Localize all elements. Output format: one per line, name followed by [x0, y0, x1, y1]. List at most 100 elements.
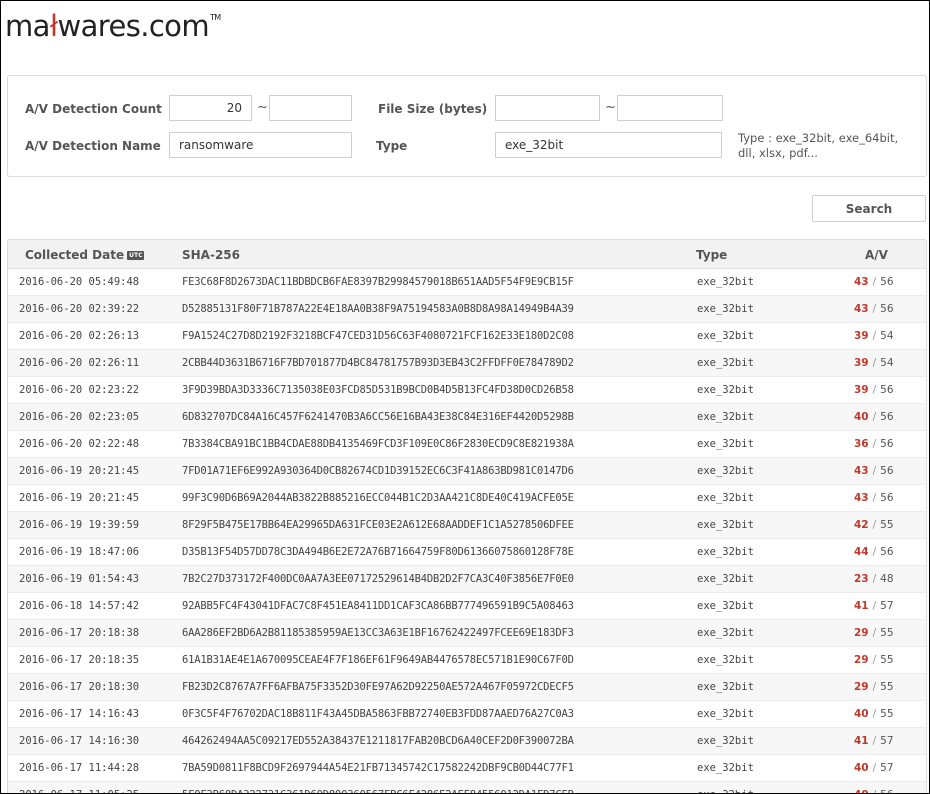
table-row[interactable]: 2016-06-19 20:21:45 99F3C90D6B69A2044AB38… — [8, 485, 926, 512]
row-sha256-link[interactable]: 0F3C5F4F76702DAC18B811F43A45DBA5863FBB72… — [182, 708, 574, 720]
header-sha256[interactable]: SHA-256 — [182, 248, 240, 262]
row-file-type: exe_32bit — [697, 411, 754, 423]
row-collected-date: 2016-06-20 02:23:22 — [19, 384, 140, 396]
row-sha256-link[interactable]: 99F3C90D6B69A2044AB3822B885216ECC044B1C2… — [182, 492, 574, 504]
row-sha256-link[interactable]: FE3C68F8D2673DAC11BDBDCB6FAE8397B2998457… — [182, 276, 574, 288]
search-panel: A/V Detection Count ~ File Size (bytes) … — [7, 75, 927, 177]
table-row[interactable]: 2016-06-17 20:18:35 61A1B31AE4E1A670095CE… — [8, 647, 926, 674]
av-total-count: 57 — [880, 735, 894, 747]
row-av-ratio: 29/55 — [854, 627, 894, 639]
table-row[interactable]: 2016-06-17 14:16:43 0F3C5F4F76702DAC18B81… — [8, 701, 926, 728]
row-sha256-link[interactable]: 92ABB5FC4F43041DFAC7C8F451EA8411DD1CAF3C… — [182, 600, 574, 612]
row-av-ratio: 39/54 — [854, 330, 894, 342]
av-ratio-separator: / — [872, 654, 877, 666]
table-row[interactable]: 2016-06-20 02:26:13 F9A1524C27D8D2192F321… — [8, 323, 926, 350]
row-sha256-link[interactable]: F9A1524C27D8D2192F3218BCF47CED31D56C63F4… — [182, 330, 574, 342]
row-collected-date: 2016-06-17 20:18:38 — [19, 627, 140, 639]
av-ratio-separator: / — [872, 573, 877, 585]
av-detected-count: 29 — [854, 654, 869, 666]
row-av-ratio: 29/55 — [854, 681, 894, 693]
av-ratio-separator: / — [872, 735, 877, 747]
table-row[interactable]: 2016-06-20 02:23:05 6D832707DC84A16C457F6… — [8, 404, 926, 431]
av-detected-count: 43 — [854, 492, 869, 504]
av-total-count: 56 — [880, 303, 894, 315]
table-row[interactable]: 2016-06-17 20:18:30 FB23D2C8767A7FF6AFBA7… — [8, 674, 926, 701]
av-detected-count: 40 — [854, 762, 869, 774]
table-row[interactable]: 2016-06-19 01:54:43 7B2C27D373172F400DC0A… — [8, 566, 926, 593]
row-av-ratio: 39/56 — [854, 384, 894, 396]
av-detected-count: 39 — [854, 330, 869, 342]
table-row[interactable]: 2016-06-20 02:26:11 2CBB44D3631B6716F7BD7… — [8, 350, 926, 377]
file-size-min-input[interactable] — [495, 95, 600, 121]
row-file-type: exe_32bit — [697, 465, 754, 477]
av-count-max-input[interactable] — [269, 95, 352, 121]
av-name-input[interactable] — [169, 132, 352, 158]
table-row[interactable]: 2016-06-17 14:16:30 464262494AA5C09217ED5… — [8, 728, 926, 755]
type-input[interactable] — [495, 132, 722, 158]
av-detected-count: 29 — [854, 627, 869, 639]
table-row[interactable]: 2016-06-19 19:39:59 8F29F5B475E17BB64EA29… — [8, 512, 926, 539]
av-ratio-separator: / — [872, 708, 877, 720]
table-row[interactable]: 2016-06-17 20:18:38 6AA286EF2BD6A2B811853… — [8, 620, 926, 647]
row-file-type: exe_32bit — [697, 276, 754, 288]
row-sha256-link[interactable]: 7B2C27D373172F400DC0AA7A3EE07172529614B4… — [182, 573, 574, 585]
logo-text-end: wares.com — [57, 9, 209, 43]
av-count-min-input[interactable] — [169, 95, 252, 121]
av-detected-count: 39 — [854, 357, 869, 369]
table-row[interactable]: 2016-06-20 02:39:22 D52885131F80F71B787A2… — [8, 296, 926, 323]
table-row[interactable]: 2016-06-18 14:57:42 92ABB5FC4F43041DFAC7C… — [8, 593, 926, 620]
row-sha256-link[interactable]: 5F0F3B68DA322731C361D60D890360567FBC6F42… — [182, 789, 574, 793]
table-row[interactable]: 2016-06-19 20:21:45 7FD01A71EF6E992A93036… — [8, 458, 926, 485]
table-row[interactable]: 2016-06-20 02:22:48 7B3384CBA91BC1BB4CDAE… — [8, 431, 926, 458]
malwares-logo[interactable]: małwares.comTM — [5, 9, 221, 43]
table-row[interactable]: 2016-06-19 18:47:06 D35B13F54D57DD78C3DA4… — [8, 539, 926, 566]
row-sha256-link[interactable]: 6AA286EF2BD6A2B81185385959AE13CC3A63E1BF… — [182, 627, 574, 639]
av-ratio-separator: / — [872, 681, 877, 693]
av-total-count: 56 — [880, 492, 894, 504]
search-button[interactable]: Search — [812, 195, 926, 222]
row-sha256-link[interactable]: FB23D2C8767A7FF6AFBA75F3352D30FE97A62D92… — [182, 681, 574, 693]
results-table: Collected Date UTC SHA-256 Type A/V 2016-… — [7, 239, 927, 793]
av-total-count: 56 — [880, 789, 893, 793]
table-row[interactable]: 2016-06-20 05:49:48 FE3C68F8D2673DAC11BDB… — [8, 269, 926, 296]
row-sha256-link[interactable]: 7B3384CBA91BC1BB4CDAE88DB4135469FCD3F109… — [182, 438, 574, 450]
row-file-type: exe_32bit — [697, 330, 754, 342]
table-row[interactable]: 2016-06-17 11:44:28 7BA59D0811F8BCD9F2697… — [8, 755, 926, 782]
av-total-count: 54 — [880, 330, 894, 342]
row-sha256-link[interactable]: 7BA59D0811F8BCD9F2697944A54E21FB71345742… — [182, 762, 574, 774]
av-total-count: 55 — [880, 708, 894, 720]
row-collected-date: 2016-06-17 11:44:28 — [19, 762, 140, 774]
file-size-max-input[interactable] — [617, 95, 723, 121]
av-detected-count: 29 — [854, 681, 869, 693]
row-file-type: exe_32bit — [697, 303, 754, 315]
row-sha256-link[interactable]: 3F9D39BDA3D3336C7135038E03FCD85D531B9BCD… — [182, 384, 574, 396]
type-label: Type — [376, 139, 408, 153]
row-collected-date: 2016-06-19 19:39:59 — [19, 519, 140, 531]
row-file-type: exe_32bit — [697, 384, 754, 396]
header-type[interactable]: Type — [696, 248, 727, 262]
row-file-type: exe_32bit — [697, 789, 754, 793]
av-detected-count: 41 — [854, 735, 869, 747]
row-collected-date: 2016-06-19 20:21:45 — [19, 492, 140, 504]
row-sha256-link[interactable]: 6D832707DC84A16C457F6241470B3A6CC56E16BA… — [182, 411, 574, 423]
av-ratio-separator: / — [872, 357, 877, 369]
row-sha256-link[interactable]: D52885131F80F71B787A22E4E18AA0B38F9A7519… — [182, 303, 574, 315]
row-sha256-link[interactable]: 464262494AA5C09217ED552A38437E1211817FAB… — [182, 735, 574, 747]
av-name-label: A/V Detection Name — [25, 139, 161, 153]
row-file-type: exe_32bit — [697, 708, 754, 720]
av-detected-count: 40 — [854, 708, 869, 720]
file-size-range-separator: ~ — [605, 100, 616, 115]
row-sha256-link[interactable]: 8F29F5B475E17BB64EA29965DA631FCE03E2A612… — [182, 519, 574, 531]
row-sha256-link[interactable]: 7FD01A71EF6E992A930364D0CB82674CD1D39152… — [182, 465, 574, 477]
row-file-type: exe_32bit — [697, 762, 754, 774]
table-row[interactable]: 2016-06-17 11:05:25 5F0F3B68DA322731C361D… — [8, 782, 926, 793]
av-ratio-separator: / — [873, 789, 877, 793]
row-sha256-link[interactable]: 61A1B31AE4E1A670095CEAE4F7F186EF61F9649A… — [182, 654, 574, 666]
av-total-count: 56 — [880, 546, 894, 558]
row-sha256-link[interactable]: D35B13F54D57DD78C3DA494B6E2E72A76B716647… — [182, 546, 574, 558]
header-av[interactable]: A/V — [865, 248, 888, 262]
header-collected-date[interactable]: Collected Date UTC — [25, 248, 145, 262]
row-sha256-link[interactable]: 2CBB44D3631B6716F7BD701877D4BC84781757B9… — [182, 357, 574, 369]
row-collected-date: 2016-06-20 02:23:05 — [19, 411, 140, 423]
table-row[interactable]: 2016-06-20 02:23:22 3F9D39BDA3D3336C71350… — [8, 377, 926, 404]
